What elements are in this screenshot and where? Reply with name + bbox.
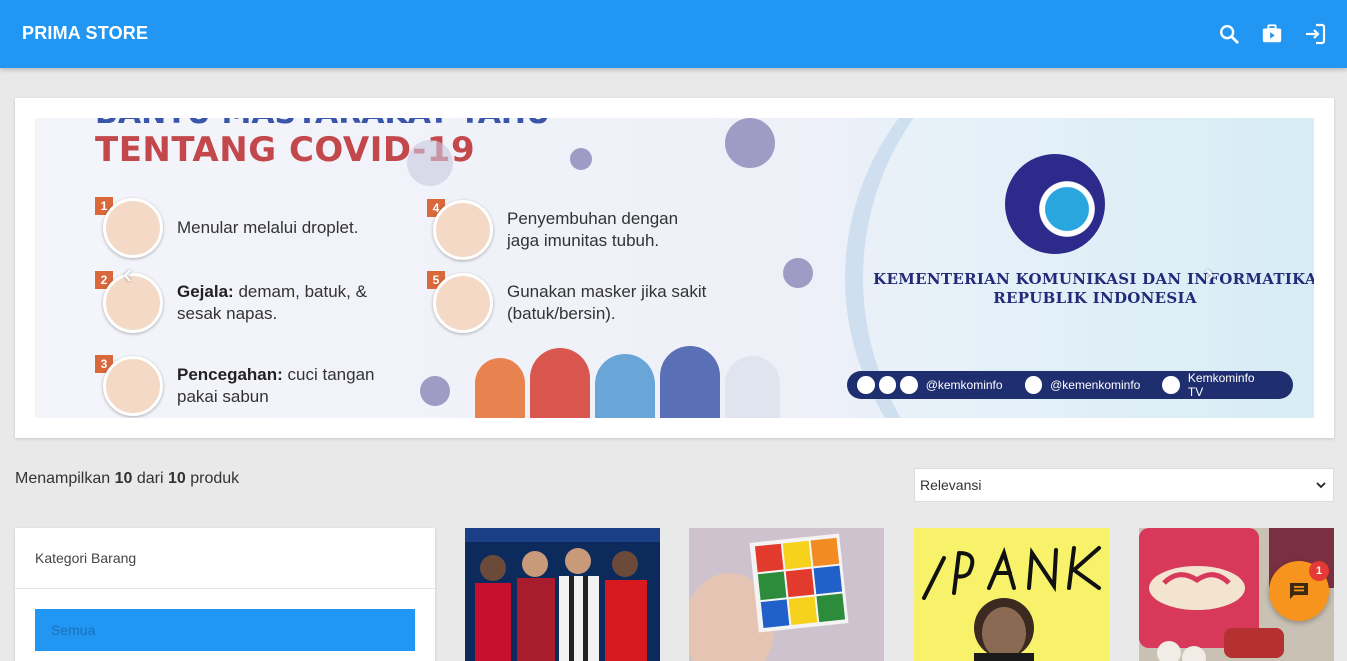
product-card[interactable]	[465, 528, 660, 661]
sort-value: Relevansi	[920, 477, 982, 493]
product-card[interactable]	[689, 528, 884, 661]
product-count: Menampilkan 10 dari 10 produk	[15, 470, 240, 487]
facebook-icon	[878, 376, 897, 394]
banner-slide[interactable]: BANTU MASYARAKAT TAHU TENTANG COVID-19 1…	[35, 118, 1314, 418]
chat-notification-badge: 1	[1309, 561, 1329, 581]
product-card[interactable]	[914, 528, 1109, 661]
product-image	[914, 528, 1109, 661]
people-illustration	[475, 343, 795, 418]
divider	[15, 588, 435, 589]
social-handle: Kemkominfo TV	[1187, 371, 1255, 399]
carousel-prev-button[interactable]: ‹	[123, 258, 132, 290]
social-handles-bar: @kemkominfo @kemenkominfo Kemkominfo TV	[847, 371, 1293, 399]
info-item-5: Gunakan masker jika sakit (batuk/bersin)…	[433, 273, 737, 333]
illustration-face	[103, 356, 163, 416]
sort-select[interactable]: Relevansi	[914, 468, 1334, 502]
kominfo-logo	[1005, 154, 1105, 254]
brand-title[interactable]: PRIMA STORE	[22, 23, 148, 44]
virus-icon	[420, 376, 450, 406]
briefcase-icon[interactable]	[1258, 20, 1286, 48]
info-item-text: Pencegahan: cuci tangan pakai sabun	[177, 365, 375, 406]
info-item-text: Penyembuhan dengan jaga imunitas tubuh.	[507, 209, 679, 250]
virus-icon	[783, 258, 813, 288]
category-card: Kategori Barang Semua	[15, 528, 435, 661]
category-title: Kategori Barang	[35, 550, 137, 566]
virus-icon	[725, 118, 775, 168]
twitter-icon	[857, 376, 875, 394]
social-handle: @kemkominfo	[925, 378, 1003, 392]
product-image	[689, 528, 884, 661]
category-item-semua[interactable]: Semua	[35, 609, 415, 651]
illustration-face	[433, 273, 493, 333]
info-item-text: Gunakan masker jika sakit (batuk/bersin)…	[507, 282, 707, 323]
virus-icon	[570, 148, 592, 170]
chat-icon	[1290, 583, 1308, 599]
virus-icon	[407, 140, 453, 186]
login-icon[interactable]	[1301, 20, 1329, 48]
top-app-bar: PRIMA STORE	[0, 0, 1347, 68]
carousel-next-button[interactable]: ›	[1205, 258, 1214, 290]
instagram-icon	[1024, 376, 1043, 394]
info-item-text: Gejala: demam, batuk, & sesak napas.	[177, 282, 367, 323]
youtube-icon	[1162, 376, 1180, 394]
info-item-2: Gejala: demam, batuk, & sesak napas.	[103, 273, 377, 333]
social-handle: @kemenkominfo	[1050, 378, 1141, 392]
info-item-1: Menular melalui droplet.	[103, 198, 358, 258]
illustration-face	[103, 273, 163, 333]
ministry-name: KEMENTERIAN KOMUNIKASI DAN INFORMATIKA R…	[873, 270, 1314, 307]
info-item-4: Penyembuhan dengan jaga imunitas tubuh.	[433, 200, 707, 260]
chevron-down-icon	[1316, 482, 1326, 489]
line-icon	[900, 376, 918, 394]
banner-carousel: BANTU MASYARAKAT TAHU TENTANG COVID-19 1…	[15, 98, 1334, 438]
info-item-text: Menular melalui droplet.	[177, 218, 359, 237]
product-image	[465, 528, 660, 661]
search-icon[interactable]	[1215, 20, 1243, 48]
info-item-3: Pencegahan: cuci tangan pakai sabun	[103, 356, 407, 416]
illustration-face	[433, 200, 493, 260]
illustration-face	[103, 198, 163, 258]
